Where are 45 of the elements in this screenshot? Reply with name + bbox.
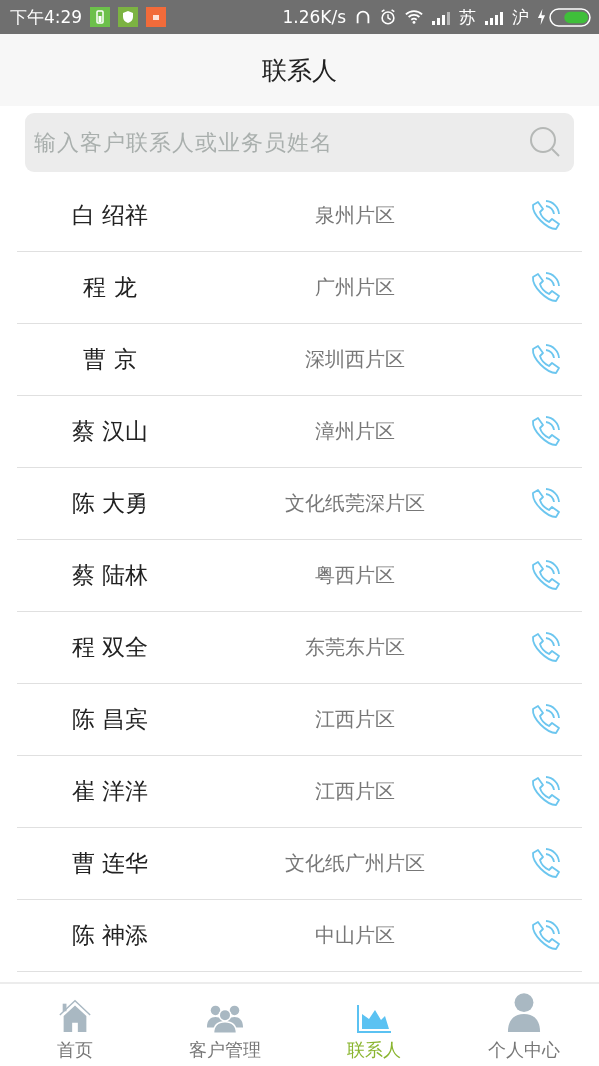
contact-region: 深圳西片区 <box>304 346 406 373</box>
contact-region: 文化纸莞深片区 <box>284 490 426 517</box>
contact-region: 江西片区 <box>314 778 396 805</box>
contact-name: 陈 昌宾 <box>70 705 150 734</box>
area-chart-icon <box>356 1004 393 1034</box>
contact-name: 陈 大勇 <box>70 489 150 518</box>
contact-name: 白 绍祥 <box>70 201 150 230</box>
search-field[interactable]: 输入客户联系人或业务员姓名 <box>25 113 574 172</box>
tab-button[interactable]: 联系人 <box>299 984 450 1066</box>
contact-name: 程 龙 <box>82 273 138 302</box>
contact-name: 程 双全 <box>70 633 150 662</box>
clock-time: 下午4:29 <box>10 5 83 29</box>
tab-button[interactable]: 客户管理 <box>149 984 300 1066</box>
shield-app-icon <box>118 7 139 27</box>
page-title: 联系人 <box>262 54 337 87</box>
contact-region: 粤西片区 <box>314 562 396 589</box>
contact-region: 江西片区 <box>314 706 396 733</box>
carrier-label: 苏 <box>459 5 476 29</box>
bag-app-icon <box>146 7 167 27</box>
signal-icon <box>484 9 504 25</box>
contact-name: 陈 神添 <box>70 921 150 950</box>
person-icon <box>507 992 542 1034</box>
contact-region: 文化纸广州片区 <box>284 850 426 877</box>
contact-name: 蔡 陆林 <box>70 561 150 590</box>
contact-region: 东莞东片区 <box>304 634 406 661</box>
network-speed: 1.26K/s <box>282 7 346 27</box>
contact-name: 曹 连华 <box>70 849 150 878</box>
contact-region: 漳州片区 <box>314 418 396 445</box>
battery-app-icon <box>90 7 111 27</box>
contact-name: 崔 洋洋 <box>70 777 150 806</box>
wifi-icon <box>404 8 424 26</box>
contact-name: 蔡 汉山 <box>70 417 150 446</box>
contact-region: 中山片区 <box>314 922 396 949</box>
charging-icon <box>537 9 546 25</box>
tab-button[interactable]: 首页 <box>0 984 150 1066</box>
headphones-icon <box>354 8 372 26</box>
contact-region: 泉州片区 <box>314 202 396 229</box>
carrier-label: 沪 <box>512 5 529 29</box>
contact-name: 曹 京 <box>82 345 138 374</box>
signal-icon <box>431 9 451 25</box>
tab-button[interactable]: 个人中心 <box>449 984 599 1066</box>
alarm-icon <box>379 8 397 26</box>
contact-region: 广州片区 <box>314 274 396 301</box>
battery-icon <box>549 7 591 27</box>
search-icon <box>528 125 562 159</box>
